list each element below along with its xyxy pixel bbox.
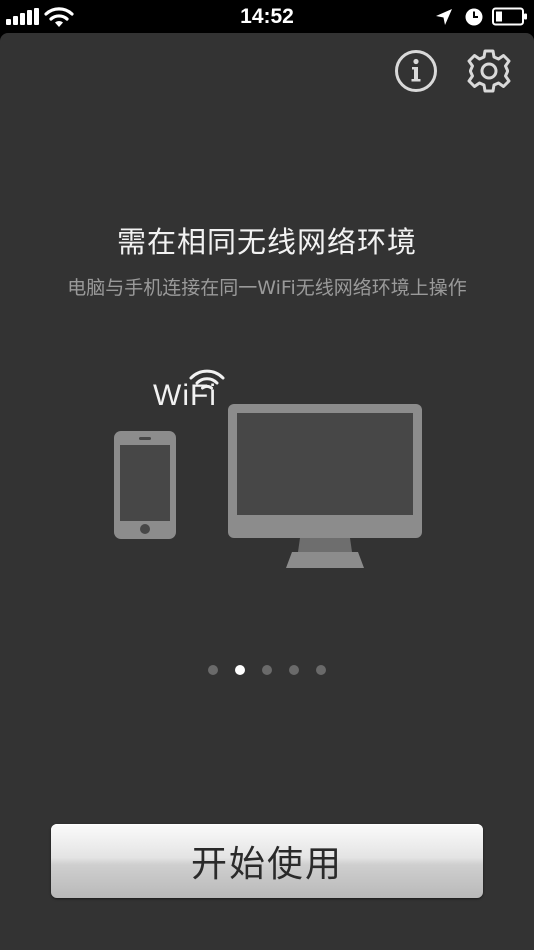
info-icon[interactable] — [393, 48, 439, 94]
gear-icon[interactable] — [465, 47, 513, 95]
onboarding-subtitle: 电脑与手机连接在同一WiFi无线网络环境上操作 — [67, 277, 467, 299]
page-dot-2[interactable] — [235, 665, 245, 675]
phone-illustration — [114, 431, 176, 539]
monitor-illustration — [228, 404, 422, 568]
clock-icon — [465, 8, 483, 26]
page-dot-3[interactable] — [262, 665, 272, 675]
page-dot-1[interactable] — [208, 665, 218, 675]
status-bar: 14:52 — [0, 0, 534, 33]
battery-icon — [492, 7, 527, 26]
page-indicator — [0, 665, 534, 675]
page-dot-4[interactable] — [289, 665, 299, 675]
start-button[interactable]: 开始使用 — [51, 824, 483, 898]
wifi-signal-icon — [189, 369, 225, 390]
onboarding-screen: 需在相同无线网络环境 电脑与手机连接在同一WiFi无线网络环境上操作 WiFi … — [0, 33, 534, 950]
onboarding-title: 需在相同无线网络环境 — [116, 225, 417, 259]
page-dot-5[interactable] — [316, 665, 326, 675]
location-arrow-icon — [436, 9, 452, 25]
